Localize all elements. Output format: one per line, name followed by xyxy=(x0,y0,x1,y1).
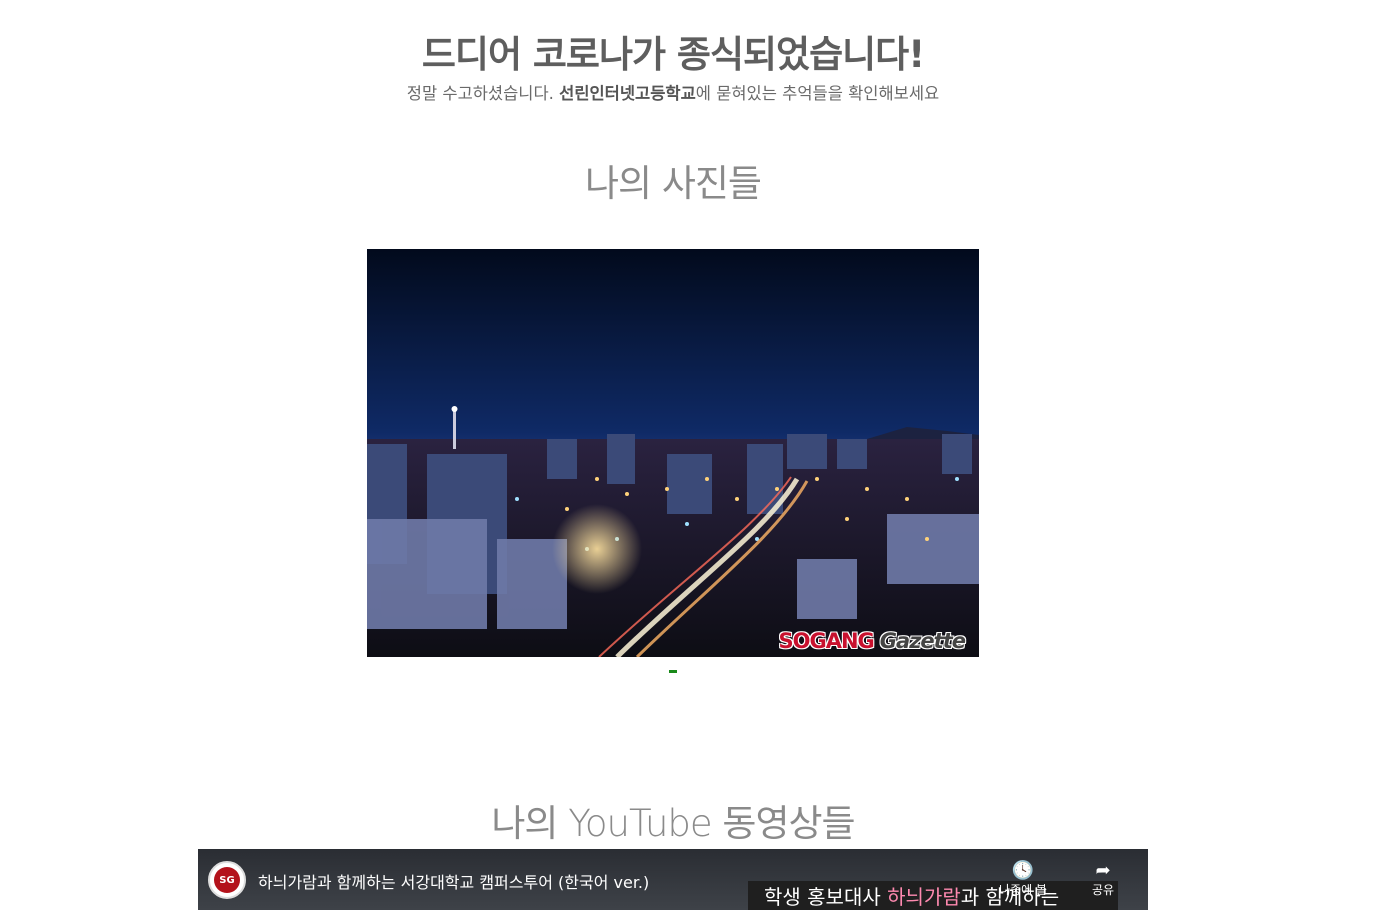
page-subtitle: 정말 수고하셨습니다. 선린인터넷고등학교에 묻혀있는 추억들을 확인해보세요 xyxy=(0,80,1346,104)
banner-text-highlight: 하늬가람 xyxy=(887,885,961,909)
photo-watermark: SOGANG Gazette xyxy=(778,629,966,653)
photo-carousel-image[interactable]: SOGANG Gazette xyxy=(367,249,979,657)
school-name: 선린인터넷고등학교 xyxy=(559,84,696,103)
channel-logo-icon: SG xyxy=(214,867,240,893)
page-title: 드디어 코로나가 종식되었습니다! xyxy=(421,33,925,76)
share-label: 공유 xyxy=(1091,883,1115,897)
share-button[interactable]: ➦ 공유 xyxy=(1078,861,1128,898)
watch-later-label: 나중에 볼 xyxy=(999,883,1047,897)
watch-later-button[interactable]: 🕓 나중에 볼 xyxy=(998,861,1048,898)
banner-text-pre: 학생 홍보대사 xyxy=(764,885,888,909)
video-thumbnail-banner: 학생 홍보대사 하늬가람과 함께하는 xyxy=(748,881,1118,910)
youtube-embed[interactable]: SG 하늬가람과 함께하는 서강대학교 캠퍼스투어 (한국어 ver.) 학생 … xyxy=(198,849,1148,910)
channel-avatar[interactable]: SG xyxy=(208,861,246,899)
clock-icon: 🕓 xyxy=(1011,860,1035,881)
subtitle-suffix: 에 묻혀있는 추억들을 확인해보세요 xyxy=(695,84,940,103)
night-cityscape-image xyxy=(367,249,979,657)
subtitle-prefix: 정말 수고하셨습니다. xyxy=(406,84,560,103)
watermark-sub: Gazette xyxy=(879,629,966,653)
photos-section-title: 나의 사진들 xyxy=(585,162,762,205)
video-title[interactable]: 하늬가람과 함께하는 서강대학교 캠퍼스투어 (한국어 ver.) xyxy=(258,869,649,893)
videos-section-title: 나의 YouTube 동영상들 xyxy=(491,802,855,845)
carousel-indicator[interactable] xyxy=(669,670,677,673)
share-arrow-icon: ➦ xyxy=(1095,860,1111,881)
watermark-main: SOGANG xyxy=(778,629,875,653)
